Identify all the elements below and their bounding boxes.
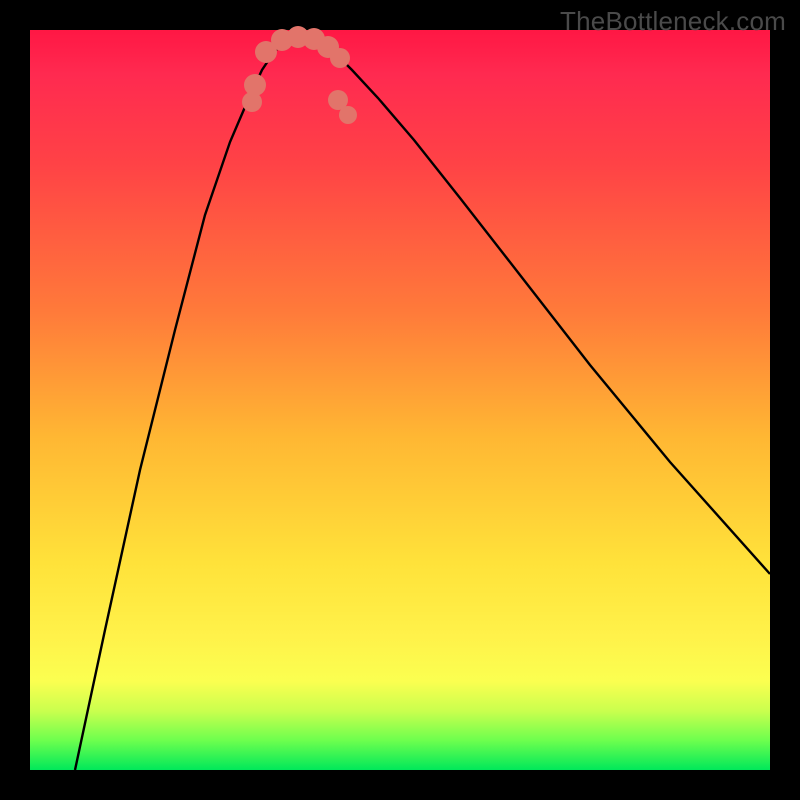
valley-markers — [242, 26, 357, 124]
valley-marker — [339, 106, 357, 124]
curve-svg — [30, 30, 770, 770]
right-curve — [320, 42, 770, 574]
chart-frame: TheBottleneck.com — [0, 0, 800, 800]
left-curve — [75, 42, 284, 770]
valley-marker — [244, 74, 266, 96]
gradient-plot-area — [30, 30, 770, 770]
valley-marker — [330, 48, 350, 68]
